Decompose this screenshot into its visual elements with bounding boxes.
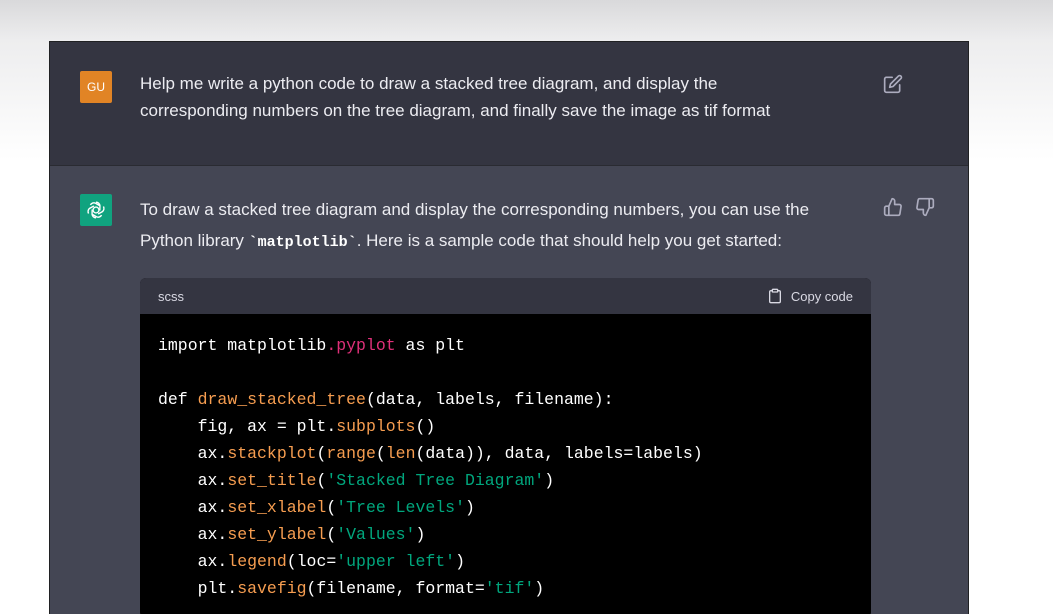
code-token: 'Values' [336, 525, 416, 544]
assistant-message: To draw a stacked tree diagram and displ… [140, 194, 870, 258]
code-language-label: scss [158, 288, 184, 304]
assistant-intro-line: To draw a stacked tree diagram and displ… [140, 200, 810, 219]
code-token: ( [326, 498, 337, 517]
code-token: set_ylabel [227, 525, 327, 544]
code-line: ax.stackplot(range(len(data)), data, lab… [158, 440, 853, 467]
assistant-intro-text: . Here is a sample code that should help… [356, 231, 782, 250]
code-token: .pyplot [326, 336, 396, 355]
copy-code-label: Copy code [790, 288, 853, 304]
assistant-intro-line: Python library `matplotlib`. Here is a s… [140, 225, 870, 258]
code-token: set_title [227, 471, 317, 490]
code-line: ax.legend(loc='upper left') [158, 548, 853, 575]
code-token: as plt [395, 336, 465, 355]
code-token: ( [316, 444, 327, 463]
code-token: legend [227, 552, 287, 571]
code-token: range [326, 444, 376, 463]
user-avatar: GU [80, 71, 112, 103]
code-token: ax. [158, 471, 228, 490]
code-line: def draw_stacked_tree(data, labels, file… [158, 386, 853, 413]
code-token: ) [544, 471, 555, 490]
code-token: subplots [336, 417, 416, 436]
code-token: (data)), data, labels=labels) [415, 444, 703, 463]
thumbs-down-icon[interactable] [915, 197, 935, 217]
code-token: ) [415, 525, 426, 544]
user-message: Help me write a python code to draw a st… [140, 70, 840, 124]
openai-logo-icon [87, 201, 105, 219]
code-token: (data, labels, filename): [365, 390, 614, 409]
code-line: ax.set_ylabel('Values') [158, 521, 853, 548]
code-token: ax. [158, 552, 228, 571]
code-token: ax. [158, 498, 228, 517]
code-token: plt. [158, 579, 238, 598]
clipboard-icon [768, 288, 781, 304]
code-header: scss Copy code [140, 278, 871, 314]
thumbs-up-icon[interactable] [883, 197, 903, 217]
code-token: ) [534, 579, 545, 598]
code-line: ax.set_xlabel('Tree Levels') [158, 494, 853, 521]
code-line: plt.savefig(filename, format='tif') [158, 575, 853, 602]
code-token: 'Tree Levels' [336, 498, 465, 517]
code-token: import matplotlib [158, 336, 327, 355]
code-token: (loc= [286, 552, 337, 571]
code-token: savefig [237, 579, 307, 598]
code-body[interactable]: import matplotlib.pyplot as plt def draw… [140, 314, 871, 614]
chat-window: GU Help me write a python code to draw a… [49, 41, 969, 614]
copy-code-button[interactable]: Copy code [767, 288, 853, 304]
code-token: def [158, 390, 198, 409]
code-token: len [385, 444, 416, 463]
code-token: ( [375, 444, 386, 463]
assistant-intro-text: Python library [140, 231, 249, 250]
code-token: ( [326, 525, 337, 544]
code-token: ( [316, 471, 327, 490]
code-token: draw_stacked_tree [197, 390, 366, 409]
inline-code: `matplotlib` [248, 234, 357, 251]
assistant-avatar [80, 194, 112, 226]
code-block: scss Copy code import matplotlib.pyplot … [140, 278, 871, 614]
user-message-line: Help me write a python code to draw a st… [140, 74, 718, 93]
code-token: () [415, 417, 436, 436]
user-message-line: corresponding numbers on the tree diagra… [140, 101, 771, 120]
code-token: (filename, format= [306, 579, 485, 598]
code-token: stackplot [227, 444, 317, 463]
user-message-row: GU Help me write a python code to draw a… [50, 42, 968, 166]
code-line: fig, ax = plt.subplots() [158, 413, 853, 440]
code-line: ax.set_title('Stacked Tree Diagram') [158, 467, 853, 494]
code-token: 'tif' [484, 579, 535, 598]
code-token: fig, ax = plt. [158, 417, 337, 436]
code-token: ax. [158, 525, 228, 544]
code-token: ) [464, 498, 475, 517]
code-token: ) [455, 552, 465, 571]
code-token: set_xlabel [227, 498, 327, 517]
code-token: 'upper left' [336, 552, 456, 571]
edit-icon[interactable] [883, 74, 903, 94]
code-line: import matplotlib.pyplot as plt [158, 332, 853, 359]
code-token: ax. [158, 444, 228, 463]
code-token: 'Stacked Tree Diagram' [326, 471, 545, 490]
